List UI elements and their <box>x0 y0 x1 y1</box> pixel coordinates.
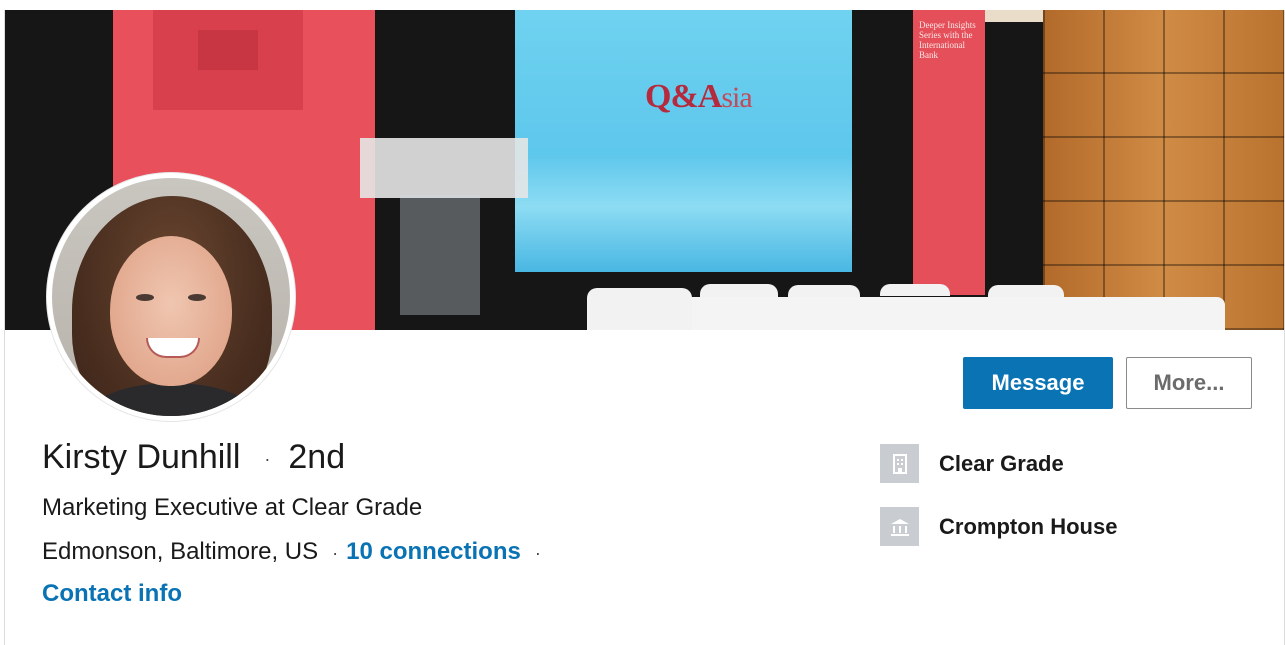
banner-chair <box>700 284 778 298</box>
location-row: Edmonson, Baltimore, US · 10 connections · <box>42 538 549 566</box>
profile-card: Q&Asia Deeper Insights Series with the I… <box>4 10 1285 645</box>
contact-info-link[interactable]: Contact info <box>42 580 182 608</box>
more-button[interactable]: More... <box>1126 357 1252 409</box>
separator-dot: · <box>264 448 271 469</box>
building-icon <box>880 444 919 483</box>
banner-screen: Q&Asia <box>515 10 852 272</box>
banner-side-text: Deeper Insights Series with the Internat… <box>919 20 976 60</box>
school-name: Crompton House <box>939 513 1118 539</box>
banner-wood-wall <box>1043 10 1284 330</box>
separator-dot: · <box>534 543 541 563</box>
school-item[interactable]: Crompton House <box>880 507 1117 546</box>
banner-chair <box>788 285 860 297</box>
banner-table <box>650 297 1225 330</box>
separator-dot: · <box>332 543 339 563</box>
avatar[interactable] <box>47 173 295 421</box>
banner-chair <box>587 288 692 330</box>
banner-podium <box>360 138 528 198</box>
banner-red-panel-right: Deeper Insights Series with the Internat… <box>913 10 985 295</box>
banner-chair <box>988 285 1064 297</box>
avatar-photo <box>52 178 290 416</box>
company-item[interactable]: Clear Grade <box>880 444 1064 483</box>
company-name: Clear Grade <box>939 450 1064 476</box>
banner-chair <box>880 284 950 296</box>
message-button[interactable]: Message <box>963 357 1113 409</box>
name-row: Kirsty Dunhill · 2nd <box>42 438 345 477</box>
profile-location: Edmonson, Baltimore, US <box>42 538 319 565</box>
profile-headline: Marketing Executive at Clear Grade <box>42 494 423 521</box>
connections-link[interactable]: 10 connections <box>346 538 521 565</box>
banner-podium-stand <box>400 195 480 315</box>
screen-title: Q&Asia <box>645 78 753 115</box>
school-icon <box>880 507 919 546</box>
connection-degree: 2nd <box>288 438 346 476</box>
profile-name: Kirsty Dunhill <box>42 438 241 476</box>
